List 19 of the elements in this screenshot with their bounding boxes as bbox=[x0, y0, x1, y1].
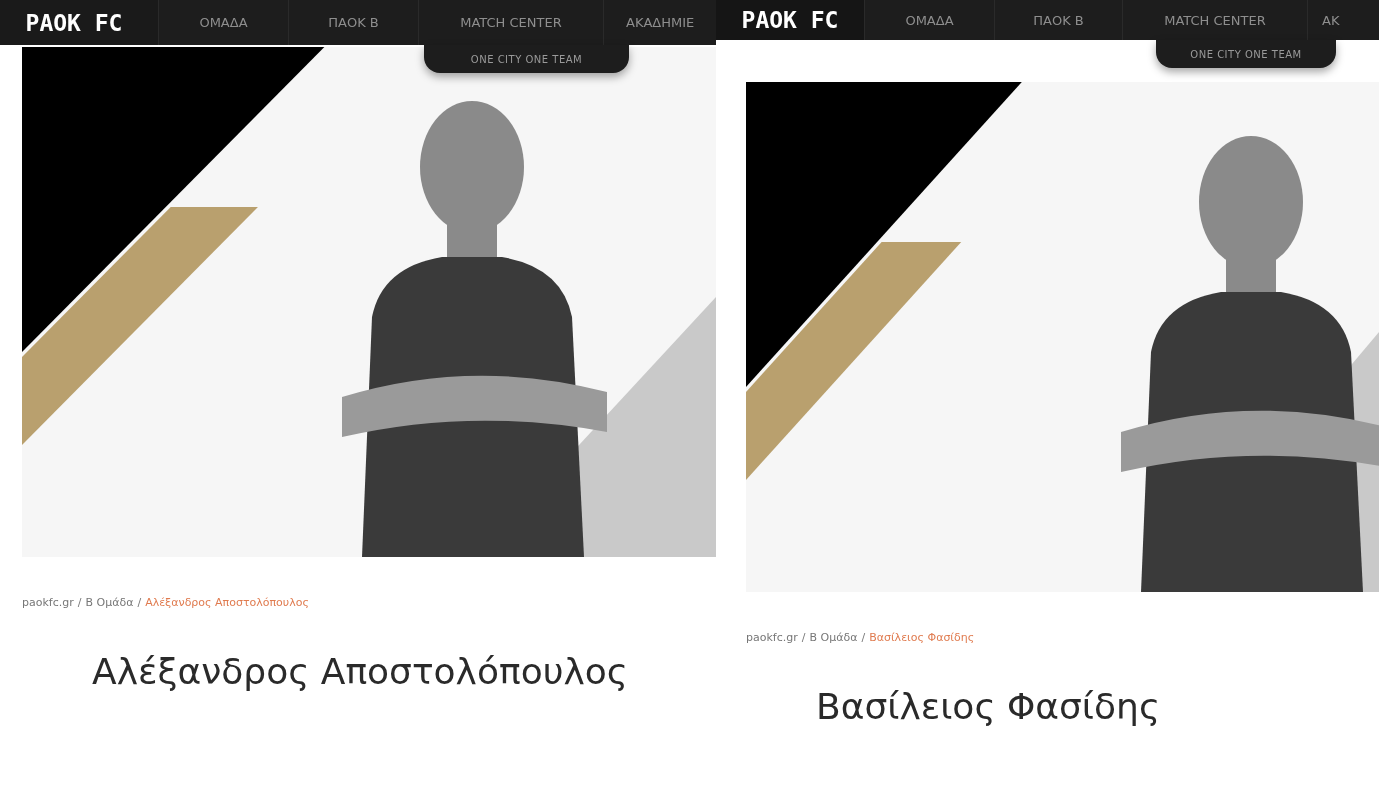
breadcrumb-separator: / bbox=[861, 631, 866, 644]
player-name: Βασίλειος Φασίδης bbox=[816, 686, 1161, 727]
breadcrumb-link[interactable]: paokfc.gr bbox=[746, 631, 798, 644]
breadcrumb-separator: / bbox=[801, 631, 806, 644]
tagline: ONE CITY ONE TEAM bbox=[1190, 48, 1302, 60]
breadcrumb-link[interactable]: Αλέξανδρος Αποστολόπουλος bbox=[145, 596, 309, 609]
breadcrumb-link[interactable]: Β Ομάδα bbox=[809, 631, 858, 644]
breadcrumb-separator: / bbox=[77, 596, 82, 609]
breadcrumb-link[interactable]: Β Ομάδα bbox=[85, 596, 134, 609]
nav-link[interactable]: ΟΜΑΔΑ bbox=[158, 0, 288, 45]
breadcrumb-separator: / bbox=[137, 596, 142, 609]
player-name: Αλέξανδρος Αποστολόπουλος bbox=[92, 651, 629, 692]
breadcrumb-link[interactable]: paokfc.gr bbox=[22, 596, 74, 609]
nav-link[interactable]: ΠΑΟΚ Β bbox=[994, 0, 1122, 40]
nav-link[interactable]: ΟΜΑΔΑ bbox=[864, 0, 994, 40]
nav-link[interactable]: ΠΑΟΚ Β bbox=[288, 0, 418, 45]
logo[interactable]: PAOK FC bbox=[716, 0, 864, 40]
tagline: ONE CITY ONE TEAM bbox=[470, 53, 583, 65]
breadcrumb-link[interactable]: Βασίλειος Φασίδης bbox=[869, 631, 975, 644]
